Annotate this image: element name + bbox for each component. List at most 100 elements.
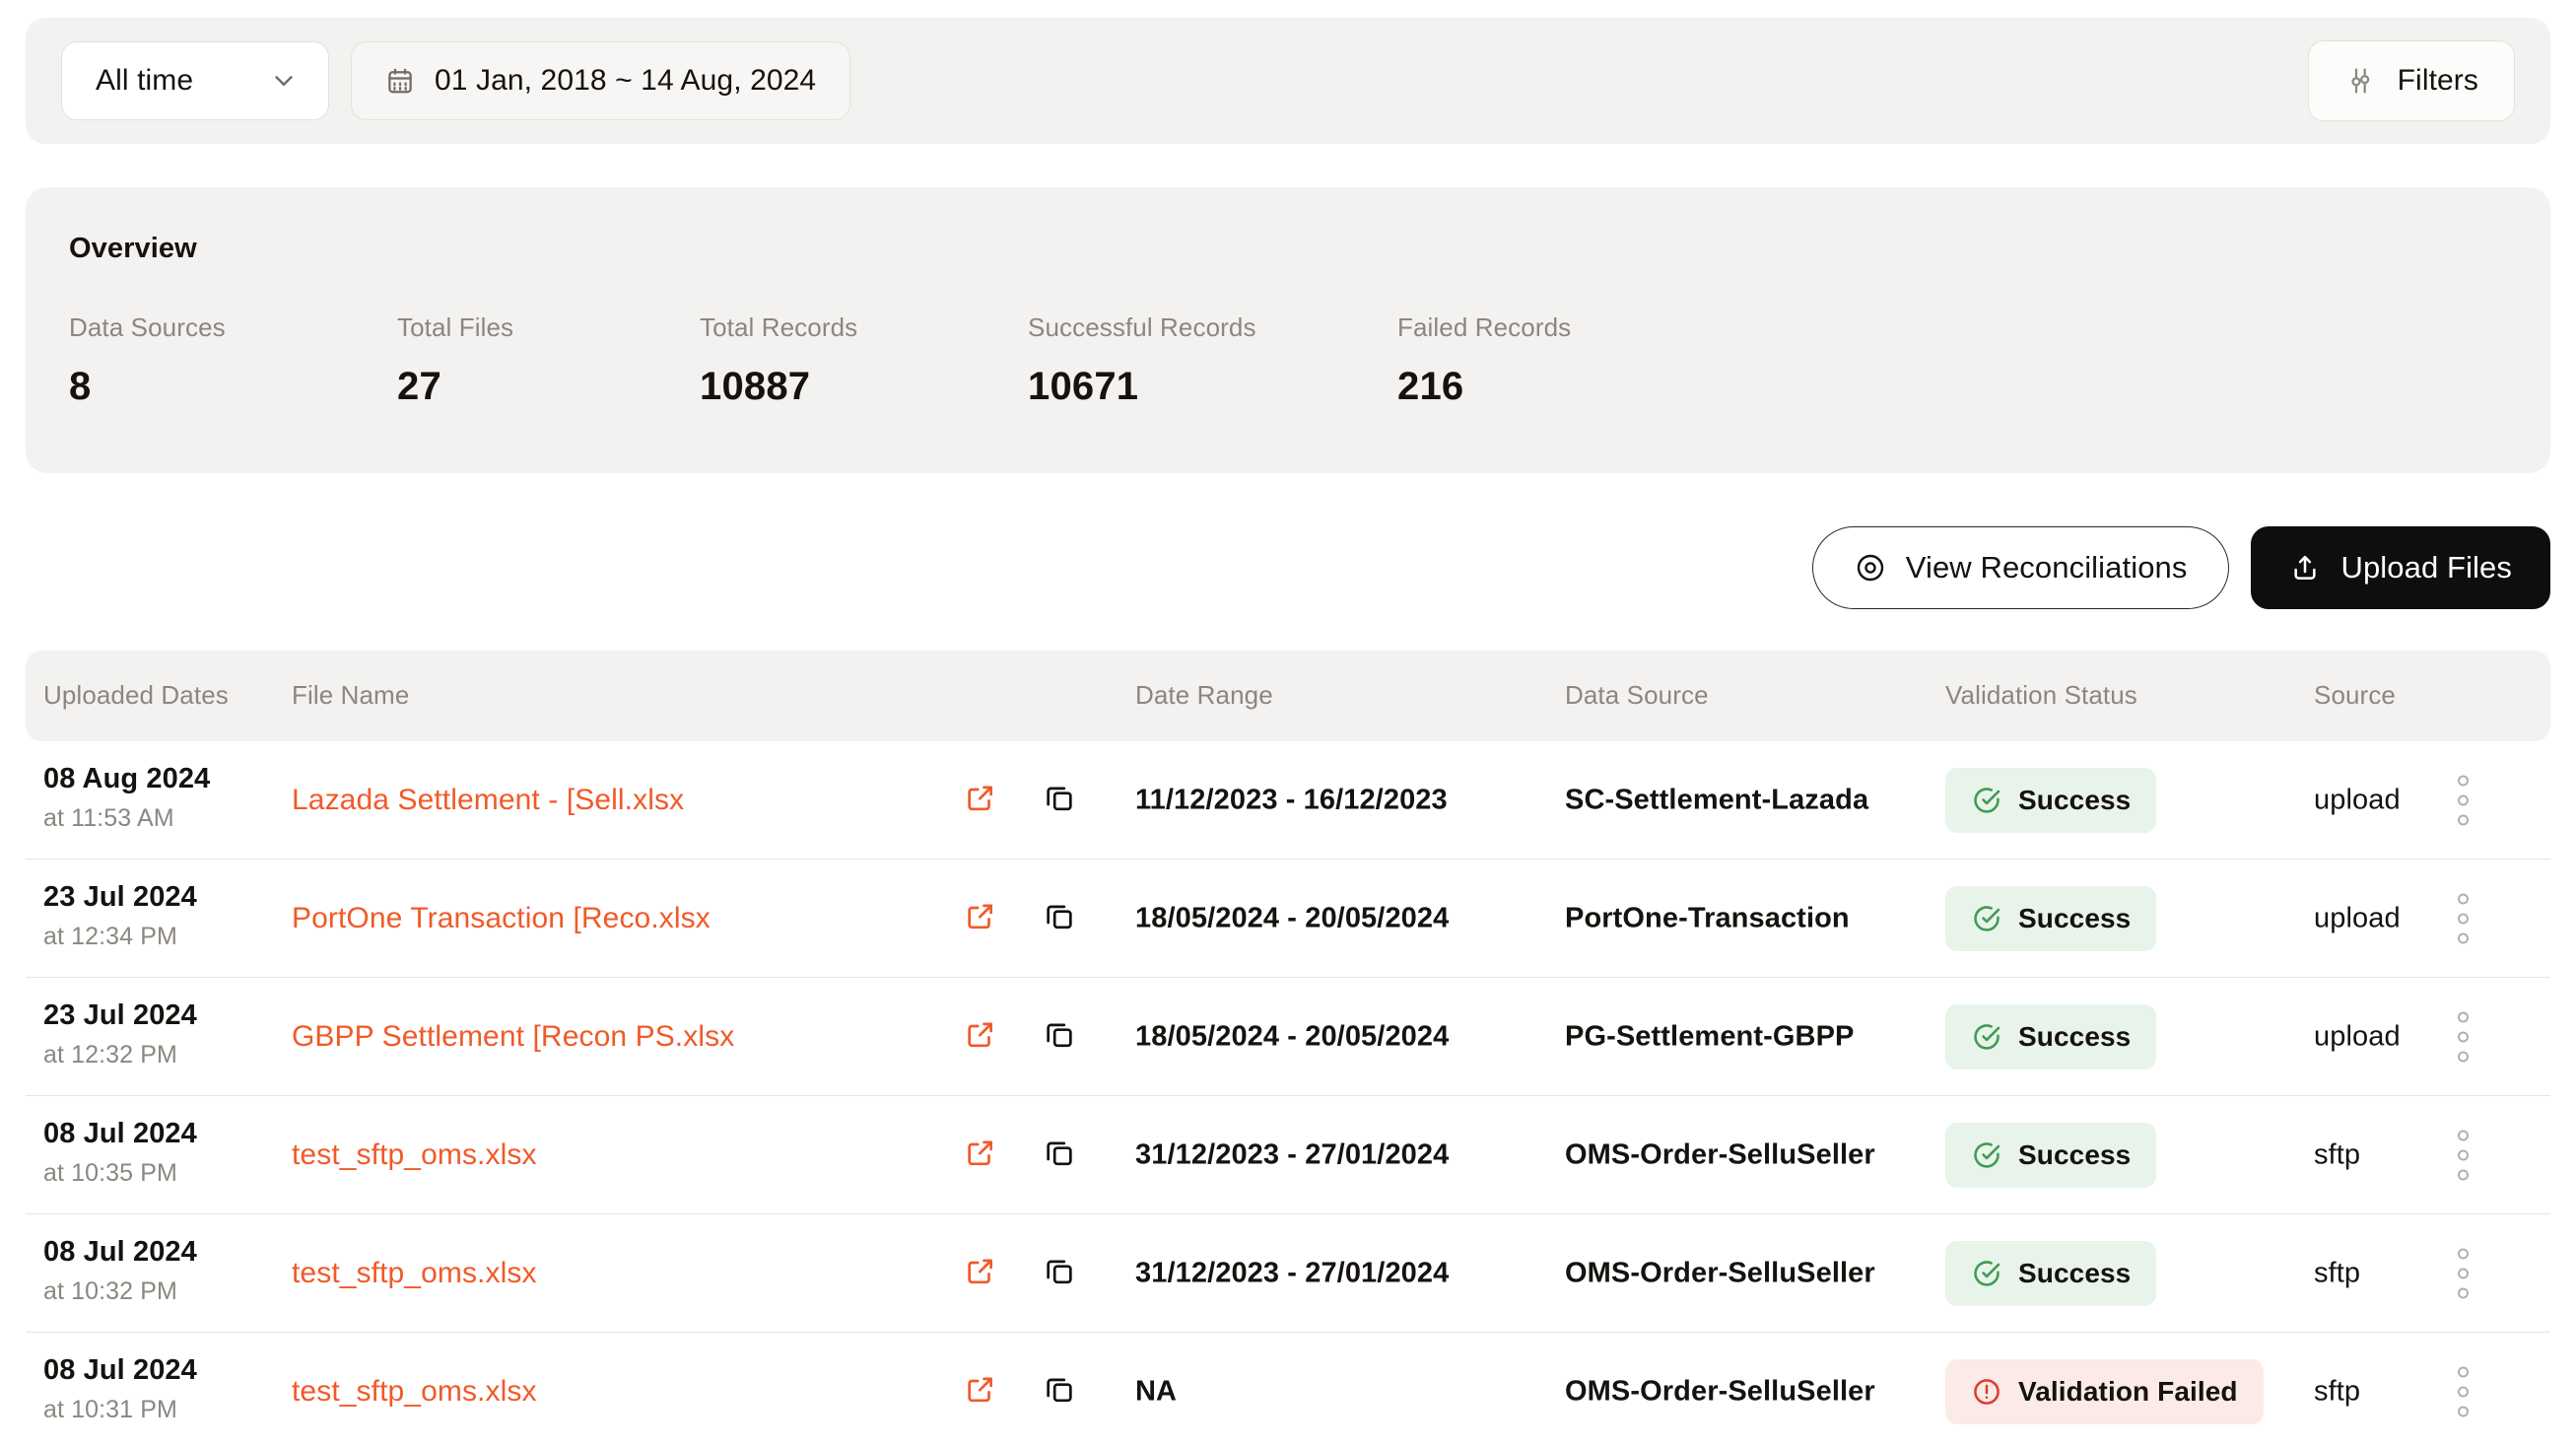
row-menu-button[interactable] xyxy=(2458,893,2468,943)
source-cell: upload xyxy=(2314,1020,2401,1053)
validation-status-cell: Success xyxy=(1945,1004,2156,1069)
copy-file-name-button[interactable] xyxy=(1043,1372,1076,1411)
status-badge: Validation Failed xyxy=(1945,1359,2264,1424)
source-cell: sftp xyxy=(2314,1138,2360,1171)
copy-file-name-button[interactable] xyxy=(1043,899,1076,937)
more-vertical-icon xyxy=(2458,775,2468,825)
copy-icon xyxy=(1043,781,1076,814)
stat-label: Successful Records xyxy=(1028,312,1256,343)
copy-file-name-button[interactable] xyxy=(1043,1136,1076,1174)
upload-date: 23 Jul 2024 xyxy=(43,999,197,1032)
file-name-link[interactable]: PortOne Transaction [Reco.xlsx xyxy=(292,902,711,935)
upload-time: at 11:53 AM xyxy=(43,804,210,833)
stat-value: 10887 xyxy=(700,365,857,409)
validation-status-cell: Success xyxy=(1945,768,2156,833)
source-cell: upload xyxy=(2314,902,2401,934)
open-file-button[interactable] xyxy=(964,1136,997,1174)
date-range-cell: 31/12/2023 - 27/01/2024 xyxy=(1135,1138,1449,1171)
open-file-button[interactable] xyxy=(964,1372,997,1411)
table-row[interactable]: 08 Aug 2024at 11:53 AMLazada Settlement … xyxy=(26,741,2550,860)
row-menu-button[interactable] xyxy=(2458,1248,2468,1298)
status-badge: Success xyxy=(1945,886,2156,951)
stat-failed-records: Failed Records 216 xyxy=(1397,312,1571,409)
open-file-button[interactable] xyxy=(964,899,997,937)
filters-button[interactable]: Filters xyxy=(2308,40,2515,121)
copy-file-name-button[interactable] xyxy=(1043,781,1076,819)
open-file-button[interactable] xyxy=(964,781,997,819)
upload-time: at 12:32 PM xyxy=(43,1041,197,1069)
uploaded-date-cell: 08 Jul 2024 at 10:35 PM xyxy=(43,1118,197,1188)
file-name-link[interactable]: Lazada Settlement - [Sell.xlsx xyxy=(292,784,684,817)
upload-icon xyxy=(2289,552,2321,584)
table-row[interactable]: 08 Jul 2024at 10:31 PM test_sftp_oms.xlsx… xyxy=(26,1333,2550,1447)
file-name-link[interactable]: test_sftp_oms.xlsx xyxy=(292,1257,537,1290)
table-row[interactable]: 08 Jul 2024at 10:32 PM test_sftp_oms.xlsx… xyxy=(26,1214,2550,1333)
uploads-table: Uploaded Dates File Name Date Range Data… xyxy=(26,651,2550,1447)
col-data-source: Data Source xyxy=(1565,680,1709,711)
upload-time: at 12:34 PM xyxy=(43,923,197,951)
copy-file-name-button[interactable] xyxy=(1043,1017,1076,1056)
table-row[interactable]: 23 Jul 2024 at 12:32 PM GBPP Settlement [R… xyxy=(26,978,2550,1096)
uploaded-date-cell: 08 Jul 2024at 10:31 PM xyxy=(43,1354,197,1424)
col-source: Source xyxy=(2314,680,2396,711)
upload-date: 08 Jul 2024 xyxy=(43,1118,197,1150)
row-menu-button[interactable] xyxy=(2458,1130,2468,1180)
filters-button-label: Filters xyxy=(2398,64,2478,98)
data-source-cell: PG-Settlement-GBPP xyxy=(1565,1020,1854,1053)
file-name-link[interactable]: test_sftp_oms.xlsx xyxy=(292,1138,537,1172)
uploaded-date-cell: 08 Jul 2024at 10:32 PM xyxy=(43,1236,197,1306)
status-badge-label: Success xyxy=(2018,1139,2131,1171)
stat-successful-records: Successful Records 10671 xyxy=(1028,312,1256,409)
upload-files-button[interactable]: Upload Files xyxy=(2251,526,2550,609)
check-circle-icon xyxy=(1971,903,2002,934)
upload-time: at 10:35 PM xyxy=(43,1159,197,1188)
upload-date: 08 Jul 2024 xyxy=(43,1236,197,1269)
date-range-cell: NA xyxy=(1135,1375,1177,1408)
date-range-cell: 11/12/2023 - 16/12/2023 xyxy=(1135,784,1448,816)
more-vertical-icon xyxy=(2458,1366,2468,1416)
validation-status-cell: Success xyxy=(1945,1123,2156,1188)
data-source-cell: PortOne-Transaction xyxy=(1565,902,1850,934)
open-file-button[interactable] xyxy=(964,1017,997,1056)
date-range-picker[interactable]: 01 Jan, 2018 ~ 14 Aug, 2024 xyxy=(351,41,850,120)
stat-label: Total Files xyxy=(397,312,513,343)
alert-circle-icon xyxy=(1971,1376,2002,1408)
date-range-cell: 31/12/2023 - 27/01/2024 xyxy=(1135,1257,1449,1289)
view-reconciliations-button[interactable]: View Reconciliations xyxy=(1812,526,2230,609)
file-name-link[interactable]: test_sftp_oms.xlsx xyxy=(292,1375,537,1409)
stat-value: 8 xyxy=(69,365,226,409)
stat-label: Data Sources xyxy=(69,312,226,343)
stat-label: Failed Records xyxy=(1397,312,1571,343)
stat-label: Total Records xyxy=(700,312,857,343)
open-file-button[interactable] xyxy=(964,1254,997,1292)
table-row[interactable]: 23 Jul 2024at 12:34 PM PortOne Transactio… xyxy=(26,860,2550,978)
external-link-icon xyxy=(964,1372,997,1406)
row-menu-button[interactable] xyxy=(2458,775,2468,825)
period-select[interactable]: All time xyxy=(61,41,329,120)
source-cell: upload xyxy=(2314,784,2401,816)
col-validation-status: Validation Status xyxy=(1945,680,2137,711)
check-circle-icon xyxy=(1971,1021,2002,1053)
sliders-icon xyxy=(2344,65,2376,97)
date-range-cell: 18/05/2024 - 20/05/2024 xyxy=(1135,902,1449,934)
copy-icon xyxy=(1043,1372,1076,1406)
copy-file-name-button[interactable] xyxy=(1043,1254,1076,1292)
calendar-icon xyxy=(385,66,415,96)
row-menu-button[interactable] xyxy=(2458,1011,2468,1062)
stat-value: 10671 xyxy=(1028,365,1256,409)
row-menu-button[interactable] xyxy=(2458,1366,2468,1416)
stat-data-sources: Data Sources 8 xyxy=(69,312,226,409)
more-vertical-icon xyxy=(2458,1130,2468,1180)
status-badge: Success xyxy=(1945,1241,2156,1306)
stat-value: 27 xyxy=(397,365,513,409)
overview-stats: Data Sources 8 Total Files 27 Total Reco… xyxy=(69,312,2507,441)
overview-title: Overview xyxy=(69,233,2507,265)
table-body: 08 Aug 2024at 11:53 AMLazada Settlement … xyxy=(26,741,2550,1447)
target-circle-icon xyxy=(1855,552,1886,584)
uploaded-date-cell: 23 Jul 2024at 12:34 PM xyxy=(43,881,197,951)
upload-files-label: Upload Files xyxy=(2340,550,2512,586)
table-row[interactable]: 08 Jul 2024 at 10:35 PM test_sftp_oms.xlsx… xyxy=(26,1096,2550,1214)
uploaded-date-cell: 23 Jul 2024 at 12:32 PM xyxy=(43,999,197,1069)
file-name-link[interactable]: GBPP Settlement [Recon PS.xlsx xyxy=(292,1020,734,1054)
validation-status-cell: Success xyxy=(1945,1241,2156,1306)
